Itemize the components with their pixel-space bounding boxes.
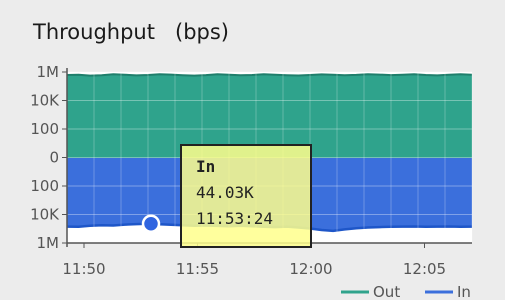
x-tick-label: 11:55: [176, 260, 219, 278]
y-tick-label: 1M: [37, 63, 60, 81]
tooltip-value: 44.03K: [196, 183, 254, 202]
y-tick-label: 1M: [37, 234, 60, 252]
y-tick-label: 10K: [30, 92, 60, 110]
y-tick-label: 0: [49, 149, 59, 167]
x-tick-label: 12:00: [289, 260, 332, 278]
y-tick-label: 100: [30, 120, 59, 138]
x-tick-label: 11:50: [62, 260, 105, 278]
x-tick-label: 12:05: [403, 260, 446, 278]
legend-label-in: In: [457, 283, 471, 300]
throughput-widget: Throughput (bps) 1M 10K 100 0 100 10K 1M 11:50 1…: [0, 0, 505, 300]
y-tick-label: 10K: [30, 206, 60, 224]
tooltip-time: 11:53:24: [196, 209, 274, 228]
tooltip-series: In: [196, 157, 216, 176]
chart-tooltip: In 44.03K 11:53:24: [180, 144, 312, 248]
legend-label-out: Out: [373, 283, 400, 300]
y-tick-label: 100: [30, 177, 59, 195]
highlight-point: [141, 214, 161, 234]
out-series-line: [66, 73, 473, 77]
